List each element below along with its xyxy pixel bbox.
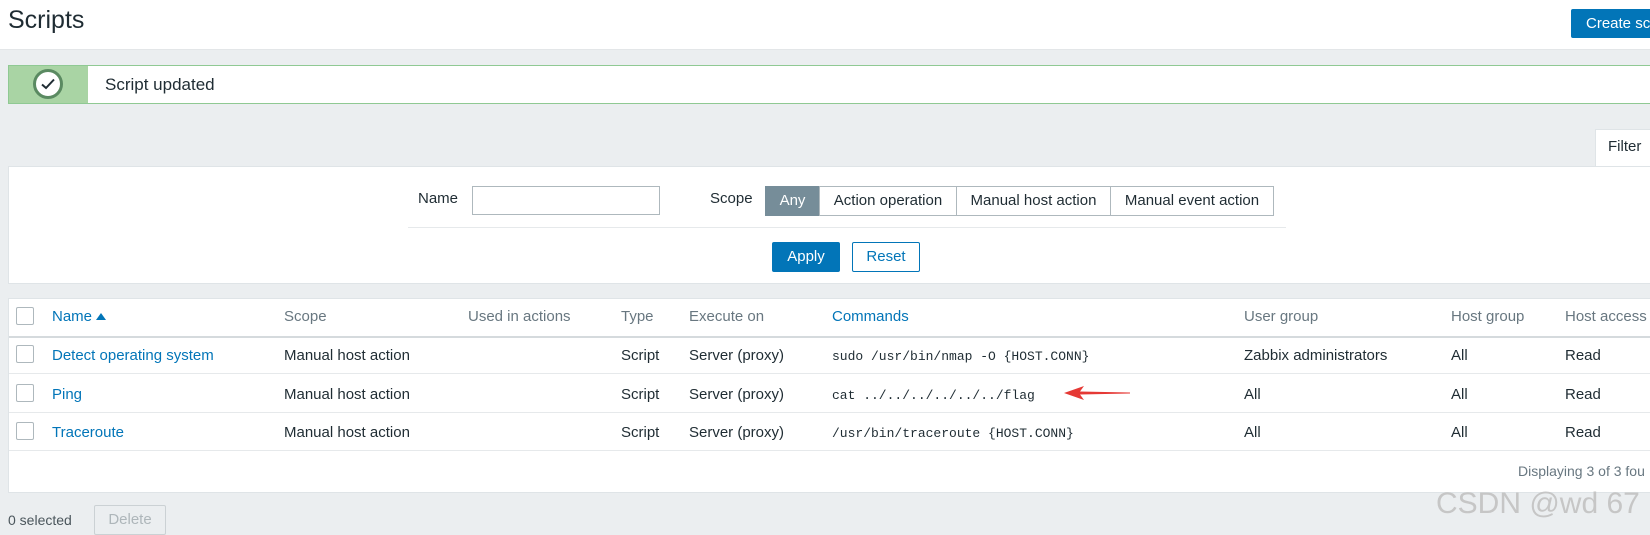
table-cell-user-group: All	[1244, 386, 1261, 403]
watermark: CSDN @wd 67	[1436, 487, 1640, 520]
name-label: Name	[418, 190, 459, 207]
column-header-host-access: Host access	[1565, 308, 1647, 325]
page-header: Scripts Create sc	[0, 0, 1650, 50]
table-cell-host-access: Read	[1565, 347, 1601, 364]
column-header-scope: Scope	[284, 308, 327, 325]
reset-button[interactable]: Reset	[852, 242, 920, 272]
table-cell-host-group: All	[1451, 386, 1468, 403]
paging-summary: Displaying 3 of 3 fou	[1518, 463, 1645, 479]
table-cell-host-access: Read	[1565, 424, 1601, 441]
row-divider	[9, 412, 1650, 413]
message-text: Script updated	[105, 75, 215, 94]
selected-count: 0 selected	[8, 512, 72, 528]
table-cell-commands: /usr/bin/traceroute {HOST.CONN}	[832, 426, 1074, 441]
sort-asc-icon	[96, 313, 107, 320]
name-input[interactable]	[472, 186, 660, 215]
table-cell-execute-on: Server (proxy)	[689, 347, 785, 364]
table-cell-host-access: Read	[1565, 386, 1601, 403]
table-cell-commands: sudo /usr/bin/nmap -O {HOST.CONN}	[832, 349, 1090, 364]
table-cell-type: Script	[621, 386, 660, 403]
table-cell-execute-on: Server (proxy)	[689, 386, 785, 403]
table-cell-user-group: All	[1244, 424, 1261, 441]
header-divider	[9, 336, 1650, 338]
scope-option-manual-host-action[interactable]: Manual host action	[956, 186, 1111, 216]
table-cell-scope: Manual host action	[284, 424, 410, 441]
scripts-table	[8, 298, 1650, 493]
table-cell-scope: Manual host action	[284, 347, 410, 364]
table-cell-scope: Manual host action	[284, 386, 410, 403]
column-header-host-group: Host group	[1451, 308, 1525, 325]
row-divider	[9, 373, 1650, 374]
filter-divider	[408, 227, 1286, 228]
scope-option-manual-event-action[interactable]: Manual event action	[1110, 186, 1274, 216]
select-all-checkbox[interactable]	[16, 307, 34, 325]
column-header-execute-on: Execute on	[689, 308, 765, 325]
delete-button[interactable]: Delete	[94, 505, 166, 535]
column-header-user-group: User group	[1244, 308, 1319, 325]
scope-label: Scope	[710, 190, 753, 207]
page-title: Scripts	[8, 6, 85, 34]
row-checkbox[interactable]	[16, 384, 34, 402]
column-header-name[interactable]: Name	[52, 308, 107, 325]
scope-option-any[interactable]: Any	[765, 186, 820, 216]
filter-tab[interactable]: Filter	[1595, 129, 1650, 167]
script-name-link[interactable]: Traceroute	[52, 424, 124, 441]
apply-button[interactable]: Apply	[772, 242, 840, 272]
column-header-used-in-actions: Used in actions	[468, 308, 571, 325]
column-header-type: Type	[621, 308, 654, 325]
table-cell-host-group: All	[1451, 347, 1468, 364]
red-arrow-annotation-icon	[1064, 386, 1130, 400]
table-cell-type: Script	[621, 347, 660, 364]
row-checkbox[interactable]	[16, 345, 34, 363]
row-divider	[9, 450, 1650, 451]
column-header-commands[interactable]: Commands	[832, 308, 909, 325]
check-circle-icon	[33, 69, 63, 99]
table-cell-type: Script	[621, 424, 660, 441]
script-name-link[interactable]: Ping	[52, 386, 82, 403]
success-message: Script updated	[8, 65, 1650, 104]
create-script-button[interactable]: Create sc	[1571, 9, 1650, 38]
table-cell-commands: cat ../../../../../../flag	[832, 388, 1035, 403]
table-cell-execute-on: Server (proxy)	[689, 424, 785, 441]
table-cell-user-group: Zabbix administrators	[1244, 347, 1388, 364]
row-checkbox[interactable]	[16, 422, 34, 440]
script-name-link[interactable]: Detect operating system	[52, 347, 214, 364]
table-cell-host-group: All	[1451, 424, 1468, 441]
scope-option-action-operation[interactable]: Action operation	[819, 186, 957, 216]
